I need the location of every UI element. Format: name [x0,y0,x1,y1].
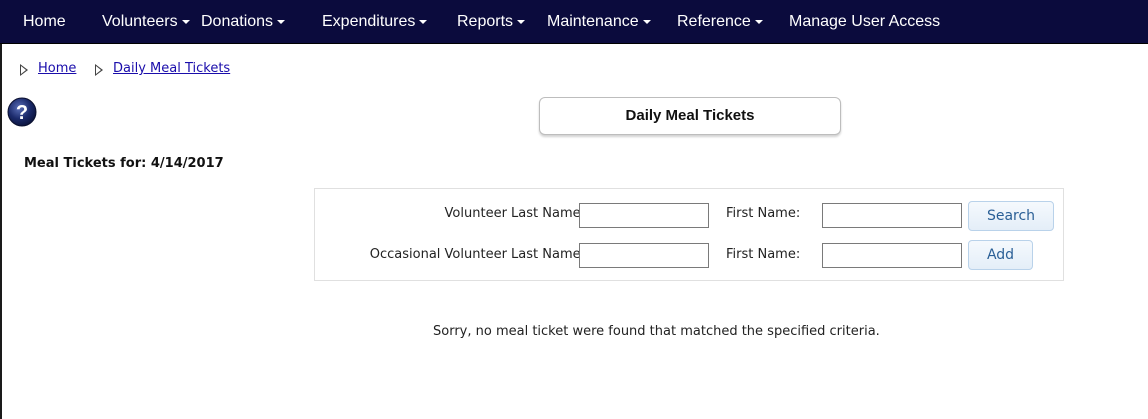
occasional-volunteer-first-name-label: First Name: [726,247,801,262]
nav-volunteers[interactable]: Volunteers [102,0,190,44]
breadcrumb-home-link[interactable]: Home [38,61,76,76]
nav-reference-label: Reference [677,13,751,30]
add-button[interactable]: Add [968,240,1033,270]
caret-down-icon [419,19,428,24]
volunteer-last-name-input[interactable] [579,203,709,228]
nav-donations[interactable]: Donations [201,0,286,44]
nav-manage-user-access[interactable]: Manage User Access [789,0,940,44]
meal-tickets-date-label: Meal Tickets for: 4/14/2017 [24,156,224,171]
nav-reference[interactable]: Reference [677,0,763,44]
nav-manage-user-access-label: Manage User Access [789,13,941,30]
svg-text:?: ? [16,102,28,124]
nav-donations-label: Donations [201,13,274,30]
nav-expenditures-label: Expenditures [322,13,416,30]
caret-down-icon [517,19,526,24]
nav-reports[interactable]: Reports [457,0,526,44]
triangle-right-icon [95,64,103,76]
occasional-volunteer-last-name-label: Occasional Volunteer Last Name: [369,247,585,262]
caret-down-icon [642,19,651,24]
breadcrumb-daily-meal-tickets-link[interactable]: Daily Meal Tickets [113,61,230,76]
occasional-volunteer-first-name-input[interactable] [822,243,962,268]
no-results-message: Sorry, no meal ticket were found that ma… [433,324,880,339]
nav-maintenance[interactable]: Maintenance [547,0,651,44]
help-icon[interactable]: ? [7,97,37,127]
caret-down-icon [754,19,763,24]
page-title: Daily Meal Tickets [539,97,841,135]
top-navbar: Home Volunteers Donations Expenditures R… [0,0,1148,44]
nav-maintenance-label: Maintenance [547,13,639,30]
volunteer-first-name-label: First Name: [726,206,801,221]
caret-down-icon [277,19,286,24]
nav-home-label: Home [23,13,66,30]
search-panel: Volunteer Last Name: First Name: Search … [314,188,1064,281]
volunteer-first-name-input[interactable] [822,203,962,228]
nav-expenditures[interactable]: Expenditures [322,0,428,44]
occasional-volunteer-last-name-input[interactable] [579,243,709,268]
nav-volunteers-label: Volunteers [102,13,178,30]
caret-down-icon [181,19,190,24]
nav-home[interactable]: Home [23,0,66,44]
volunteer-last-name-label: Volunteer Last Name: [444,206,585,221]
triangle-right-icon [20,64,28,76]
nav-reports-label: Reports [457,13,514,30]
search-button[interactable]: Search [968,201,1054,231]
